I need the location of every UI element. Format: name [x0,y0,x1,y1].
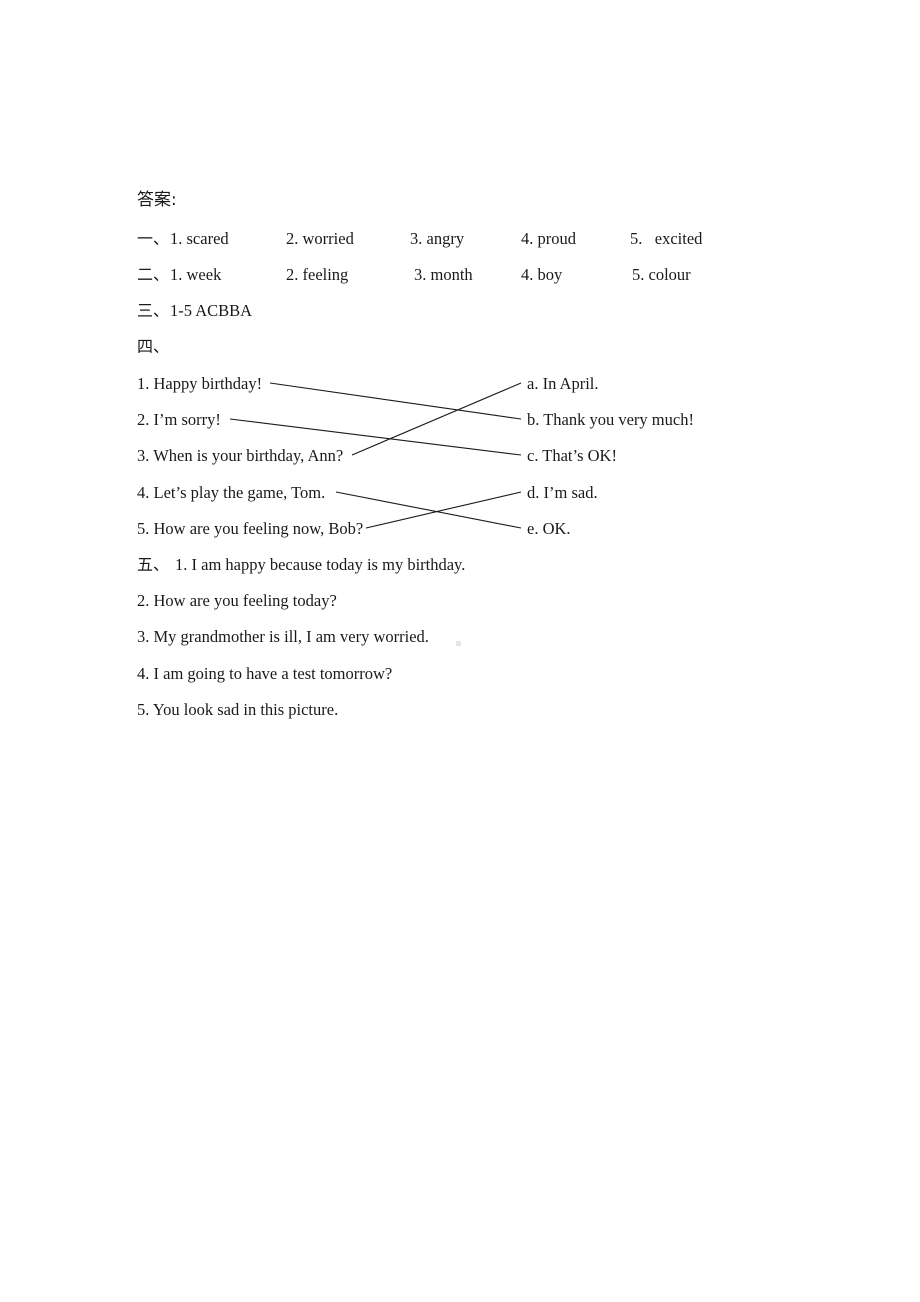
match-right-item[interactable]: b. Thank you very much! [527,411,694,429]
section-five-item: 1. I am happy because today is my birthd… [175,555,466,574]
section-two-item: 1. week [170,265,222,284]
match-left-item[interactable]: 2. I’m sorry! [137,411,221,429]
match-right-item[interactable]: d. I’m sad. [527,484,598,502]
page-title: 答案: [137,190,177,210]
section-one-item: 4. proud [521,229,576,248]
match-right-item[interactable]: e. OK. [527,520,571,538]
match-connector-line [269,382,522,420]
scan-artifact-mark [456,641,461,646]
section-five-item: 4. I am going to have a test tomorrow? [137,664,393,683]
section-one-item: 3. angry [410,229,465,248]
section-two-item: 4. boy [521,265,563,284]
section-marker-two: 二、 [137,265,170,284]
section-five-item: 3. My grandmother is ill, I am very worr… [137,627,429,646]
section-five-item: 2. How are you feeling today? [137,591,337,610]
section-two-item: 3. month [414,265,473,284]
match-left-item[interactable]: 5. How are you feeling now, Bob? [137,520,363,538]
section-one-item: 5. excited [630,229,703,248]
match-right-item[interactable]: a. In April. [527,375,599,393]
match-connector-line [335,491,522,529]
match-right-item[interactable]: c. That’s OK! [527,447,617,465]
section-marker-four: 四、 [137,337,170,356]
match-connector-line [365,491,522,529]
match-connector-line [351,382,522,456]
section-five-item: 5. You look sad in this picture. [137,700,339,719]
section-two-item: 5. colour [632,265,691,284]
match-left-item[interactable]: 1. Happy birthday! [137,375,262,393]
section-one-item: 2. worried [286,229,354,248]
answer-key-document: 答案: 一、 1. scared 2. worried 3. angry 4. … [0,0,920,1302]
section-marker-five: 五、 [137,555,170,574]
section-one-item: 1. scared [170,229,229,248]
section-three-answer: 1-5 ACBBA [170,301,253,320]
section-marker-three: 三、 [137,301,170,320]
match-left-item[interactable]: 4. Let’s play the game, Tom. [137,484,325,502]
match-left-item[interactable]: 3. When is your birthday, Ann? [137,447,343,465]
section-marker-one: 一、 [137,229,170,248]
section-two-item: 2. feeling [286,265,349,284]
